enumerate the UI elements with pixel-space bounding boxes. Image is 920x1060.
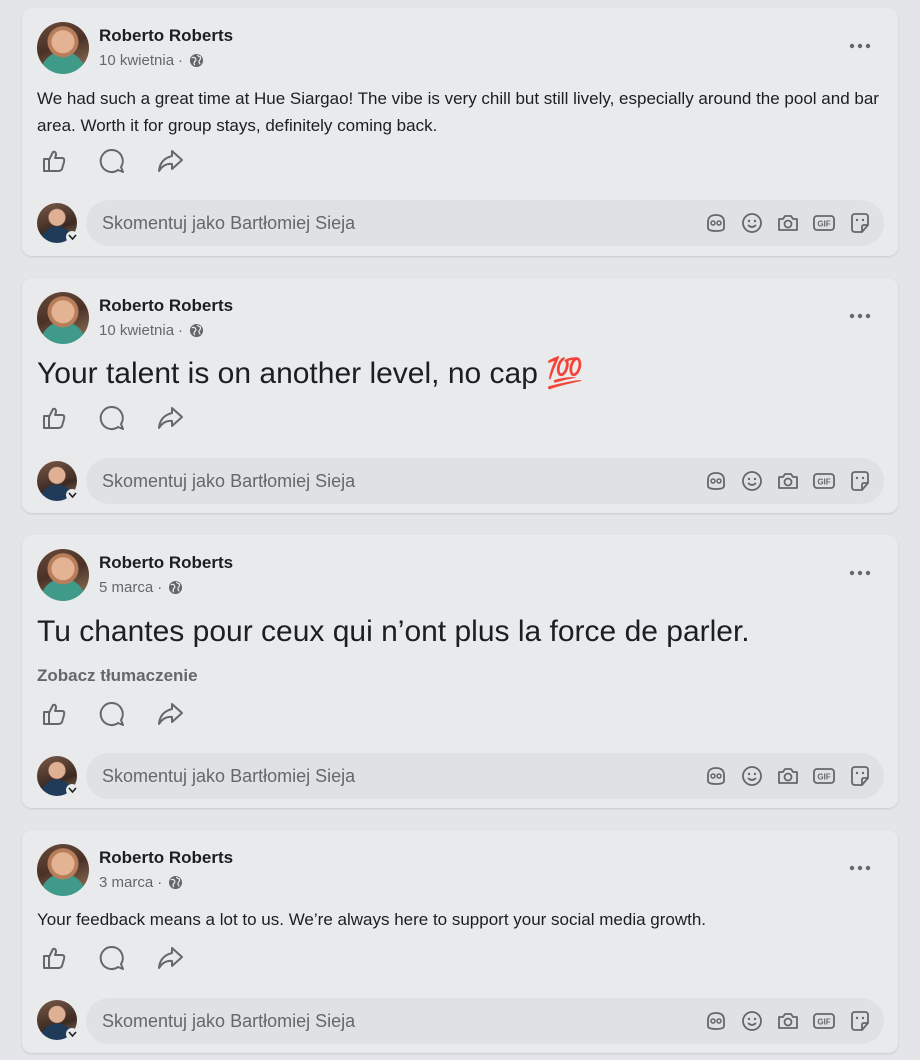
comment-input[interactable] — [102, 200, 662, 246]
sticker-icon[interactable] — [848, 211, 872, 235]
globe-icon — [189, 323, 204, 338]
svg-text:GIF: GIF — [817, 1018, 830, 1027]
sticker-icon[interactable] — [848, 1009, 872, 1033]
globe-icon — [169, 875, 183, 890]
author-avatar[interactable] — [37, 292, 89, 344]
comment-input[interactable] — [102, 753, 662, 799]
author-avatar[interactable] — [37, 844, 89, 896]
meta-separator: · — [157, 874, 163, 891]
emoji-icon[interactable] — [740, 469, 764, 493]
comment-tools: GIF — [704, 1009, 872, 1033]
post-meta: 5 marca · — [99, 579, 183, 596]
post-card: Roberto Roberts 10 kwietnia · We had suc… — [22, 8, 898, 256]
comment-tools: GIF — [704, 469, 872, 493]
svg-text:GIF: GIF — [817, 478, 830, 487]
meta-separator: · — [178, 322, 184, 339]
post-meta: 10 kwietnia · — [99, 52, 204, 69]
post-text: Your talent is on another level, no cap … — [37, 357, 584, 390]
author-name[interactable]: Roberto Roberts — [99, 296, 233, 316]
post-card: Roberto Roberts 5 marca · Tu chantes pou… — [22, 535, 898, 808]
comment-box: GIF — [86, 458, 884, 504]
like-icon[interactable] — [40, 944, 68, 972]
emoji-icon[interactable] — [740, 764, 764, 788]
feed: Roberto Roberts 10 kwietnia · We had suc… — [0, 0, 920, 1060]
chevron-down-icon[interactable] — [66, 1028, 78, 1040]
comment-icon[interactable] — [98, 147, 126, 175]
camera-icon[interactable] — [776, 764, 800, 788]
gif-icon[interactable]: GIF — [812, 764, 836, 788]
post-actions — [40, 944, 184, 972]
emoji-icon[interactable] — [740, 1009, 764, 1033]
author-avatar[interactable] — [37, 549, 89, 601]
post-text: We had such a great time at Hue Siargao!… — [37, 89, 879, 135]
chevron-down-icon[interactable] — [66, 784, 78, 796]
post-actions — [40, 147, 184, 175]
avatar-sticker-icon[interactable] — [704, 1009, 728, 1033]
comment-tools: GIF — [704, 211, 872, 235]
comment-tools: GIF — [704, 764, 872, 788]
share-icon[interactable] — [156, 700, 184, 728]
avatar-sticker-icon[interactable] — [704, 469, 728, 493]
like-icon[interactable] — [40, 700, 68, 728]
meta-separator: · — [157, 579, 163, 596]
author-name[interactable]: Roberto Roberts — [99, 553, 233, 573]
comment-box: GIF — [86, 753, 884, 799]
comment-box: GIF — [86, 998, 884, 1044]
more-options-icon[interactable] — [848, 561, 872, 585]
like-icon[interactable] — [40, 404, 68, 432]
post-date[interactable]: 3 marca — [99, 874, 153, 891]
more-options-icon[interactable] — [848, 304, 872, 328]
globe-icon — [189, 53, 204, 68]
post-card: Roberto Roberts 3 marca · Your feedback … — [22, 830, 898, 1053]
gif-icon[interactable]: GIF — [812, 469, 836, 493]
gif-icon[interactable]: GIF — [812, 211, 836, 235]
svg-text:GIF: GIF — [817, 220, 830, 229]
post-meta: 10 kwietnia · — [99, 322, 204, 339]
see-translation-link[interactable]: Zobacz tłumaczenie — [37, 666, 198, 686]
author-name[interactable]: Roberto Roberts — [99, 848, 233, 868]
post-text: Tu chantes pour ceux qui n’ont plus la f… — [37, 615, 750, 648]
post-date[interactable]: 5 marca — [99, 579, 153, 596]
author-avatar[interactable] — [37, 22, 89, 74]
post-date[interactable]: 10 kwietnia — [99, 322, 174, 339]
post-actions — [40, 404, 184, 432]
more-options-icon[interactable] — [848, 34, 872, 58]
share-icon[interactable] — [156, 404, 184, 432]
svg-text:GIF: GIF — [817, 773, 830, 782]
share-icon[interactable] — [156, 944, 184, 972]
chevron-down-icon[interactable] — [66, 489, 78, 501]
comment-box: GIF — [86, 200, 884, 246]
comment-icon[interactable] — [98, 700, 126, 728]
post-date[interactable]: 10 kwietnia — [99, 52, 174, 69]
gif-icon[interactable]: GIF — [812, 1009, 836, 1033]
more-options-icon[interactable] — [848, 856, 872, 880]
like-icon[interactable] — [40, 147, 68, 175]
chevron-down-icon[interactable] — [66, 231, 78, 243]
post-text: Your feedback means a lot to us. We’re a… — [37, 910, 707, 929]
comment-icon[interactable] — [98, 404, 126, 432]
sticker-icon[interactable] — [848, 764, 872, 788]
globe-icon — [169, 580, 183, 595]
avatar-sticker-icon[interactable] — [704, 764, 728, 788]
meta-separator: · — [178, 52, 184, 69]
comment-input[interactable] — [102, 458, 662, 504]
avatar-sticker-icon[interactable] — [704, 211, 728, 235]
camera-icon[interactable] — [776, 1009, 800, 1033]
post-card: Roberto Roberts 10 kwietnia · Your talen… — [22, 278, 898, 513]
post-actions — [40, 700, 184, 728]
comment-icon[interactable] — [98, 944, 126, 972]
author-name[interactable]: Roberto Roberts — [99, 26, 233, 46]
share-icon[interactable] — [156, 147, 184, 175]
emoji-icon[interactable] — [740, 211, 764, 235]
camera-icon[interactable] — [776, 469, 800, 493]
post-meta: 3 marca · — [99, 874, 183, 891]
camera-icon[interactable] — [776, 211, 800, 235]
sticker-icon[interactable] — [848, 469, 872, 493]
comment-input[interactable] — [102, 998, 662, 1044]
